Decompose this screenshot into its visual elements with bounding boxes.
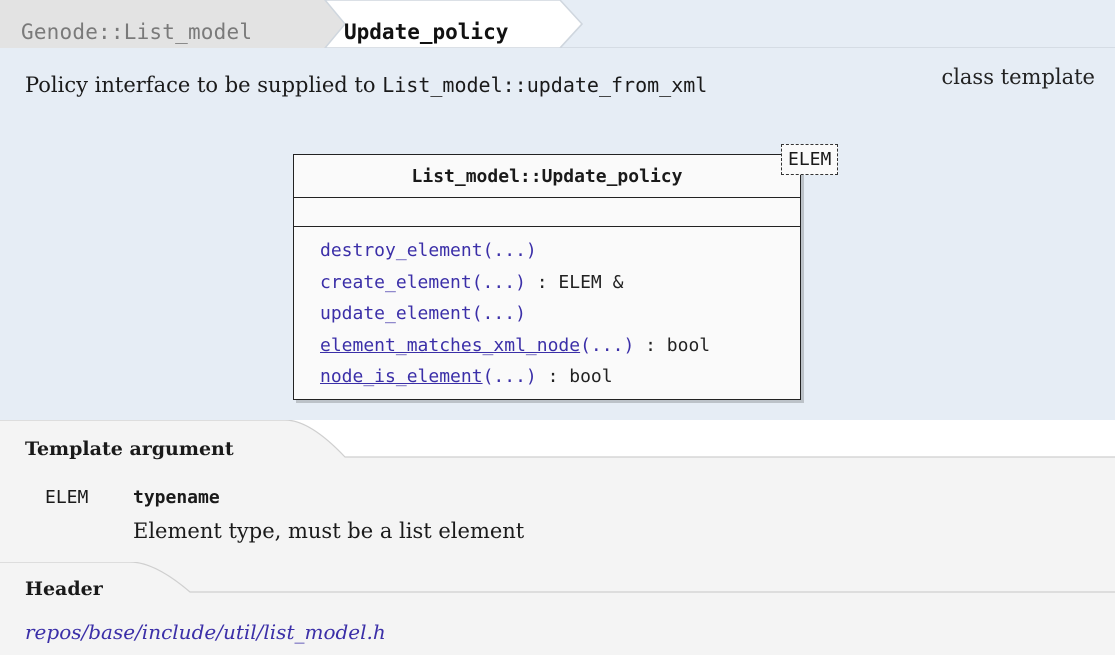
template-argument-name: ELEM xyxy=(45,487,89,508)
method-name[interactable]: create_element xyxy=(320,272,472,293)
class-description: Policy interface to be supplied to List_… xyxy=(25,70,707,100)
method-update-element[interactable]: update_element(...) xyxy=(320,298,710,330)
method-name[interactable]: update_element xyxy=(320,303,472,324)
template-argument-type: typename xyxy=(133,487,220,508)
description-text: Policy interface to be supplied to xyxy=(25,73,376,97)
breadcrumb-parent[interactable]: Genode::List_model xyxy=(21,17,252,47)
method-name-link[interactable]: element_matches_xml_node xyxy=(320,335,580,356)
method-name-link[interactable]: node_is_element xyxy=(320,366,483,387)
class-diagram: List_model::Update_policy destroy_elemen… xyxy=(293,154,801,400)
method-element-matches-xml-node[interactable]: element_matches_xml_node(...) : bool xyxy=(320,330,710,362)
header-file-link[interactable]: repos/base/include/util/list_model.h xyxy=(25,617,386,647)
breadcrumb-current: Update_policy xyxy=(344,20,509,44)
template-argument-heading: Template argument xyxy=(25,438,234,460)
header-heading: Header xyxy=(25,578,103,600)
method-create-element[interactable]: create_element(...) : ELEM & xyxy=(320,267,710,299)
class-diagram-methods: destroy_element(...) create_element(...)… xyxy=(320,235,710,393)
breadcrumb: Genode::List_model Update_policy xyxy=(0,0,1115,48)
method-return: : bool xyxy=(536,366,613,387)
method-return: : bool xyxy=(634,334,711,356)
template-argument-description: Element type, must be a list element xyxy=(133,519,525,543)
method-return: : ELEM & xyxy=(525,271,624,293)
template-parameter-box: ELEM xyxy=(781,144,839,175)
description-code: List_model::update_from_xml xyxy=(382,73,708,97)
method-node-is-element[interactable]: node_is_element(...) : bool xyxy=(320,361,710,393)
method-args[interactable]: (...) xyxy=(472,272,526,293)
method-args[interactable]: (...) xyxy=(472,303,526,324)
method-destroy-element[interactable]: destroy_element(...) xyxy=(320,235,710,267)
class-diagram-name: List_model::Update_policy xyxy=(294,155,800,198)
method-name[interactable]: destroy_element xyxy=(320,240,483,261)
class-kind: class template xyxy=(941,65,1095,89)
method-args[interactable]: (...) xyxy=(580,335,634,356)
method-args[interactable]: (...) xyxy=(483,366,537,387)
class-diagram-attributes xyxy=(294,198,800,227)
method-args[interactable]: (...) xyxy=(483,240,537,261)
